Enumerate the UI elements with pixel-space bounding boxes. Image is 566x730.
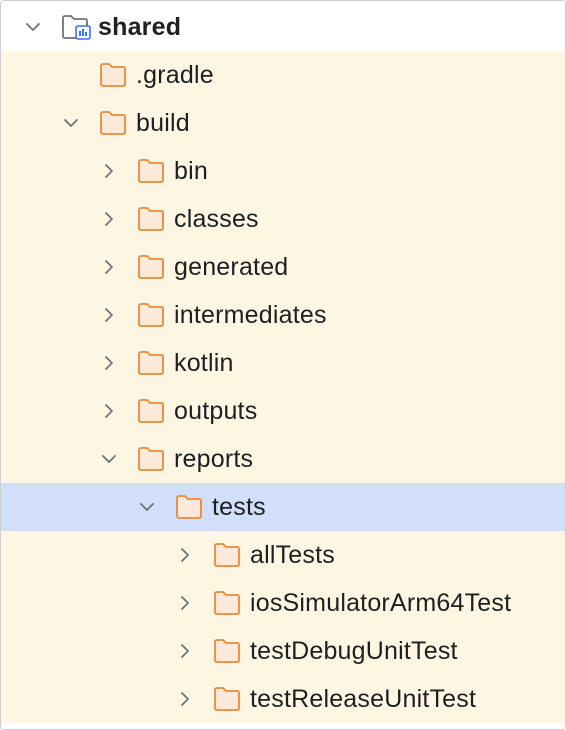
tree-item-label: .gradle xyxy=(136,61,214,89)
chevron-right-icon[interactable] xyxy=(177,643,193,659)
tree-item-tests[interactable]: tests xyxy=(1,483,565,531)
tree-item-label: allTests xyxy=(250,541,335,569)
chevron-right-icon[interactable] xyxy=(101,259,117,275)
tree-item-testdebugunittest[interactable]: testDebugUnitTest xyxy=(1,627,565,675)
tree-item-label: testReleaseUnitTest xyxy=(250,685,477,713)
folder-icon xyxy=(137,206,165,232)
chevron-right-icon[interactable] xyxy=(177,691,193,707)
folder-icon xyxy=(99,110,127,136)
chevron-right-icon[interactable] xyxy=(101,403,117,419)
tree-item-testreleaseunittest[interactable]: testReleaseUnitTest xyxy=(1,675,565,723)
folder-icon xyxy=(137,446,165,472)
tree-item-kotlin[interactable]: kotlin xyxy=(1,339,565,387)
tree-item-classes[interactable]: classes xyxy=(1,195,565,243)
tree-item-label: kotlin xyxy=(174,349,234,377)
chevron-right-icon[interactable] xyxy=(101,355,117,371)
chevron-down-icon[interactable] xyxy=(101,451,117,467)
tree-root-label: shared xyxy=(98,13,182,41)
folder-icon xyxy=(137,398,165,424)
tree-item-label: tests xyxy=(212,493,266,521)
chevron-right-icon[interactable] xyxy=(177,595,193,611)
tree-item-dot-gradle[interactable]: .gradle xyxy=(1,51,565,99)
tree-root-shared[interactable]: shared xyxy=(1,3,565,51)
folder-icon xyxy=(137,350,165,376)
folder-icon xyxy=(137,254,165,280)
folder-icon xyxy=(175,494,203,520)
folder-icon xyxy=(137,302,165,328)
tree-item-label: outputs xyxy=(174,397,258,425)
folder-icon xyxy=(213,686,241,712)
tree-item-label: bin xyxy=(174,157,208,185)
tree-item-build[interactable]: build xyxy=(1,99,565,147)
folder-icon xyxy=(213,542,241,568)
tree-item-bin[interactable]: bin xyxy=(1,147,565,195)
tree-item-label: testDebugUnitTest xyxy=(250,637,458,665)
chevron-down-icon[interactable] xyxy=(139,499,155,515)
tree-item-alltests[interactable]: allTests xyxy=(1,531,565,579)
folder-icon xyxy=(213,590,241,616)
tree-item-generated[interactable]: generated xyxy=(1,243,565,291)
chevron-right-icon[interactable] xyxy=(177,547,193,563)
folder-icon xyxy=(137,158,165,184)
tree-item-label: build xyxy=(136,109,190,137)
chevron-down-icon[interactable] xyxy=(63,115,79,131)
tree-item-iossimulatorarm64test[interactable]: iosSimulatorArm64Test xyxy=(1,579,565,627)
chevron-down-icon[interactable] xyxy=(25,19,41,35)
folder-icon xyxy=(99,62,127,88)
tree-item-label: intermediates xyxy=(174,301,327,329)
chevron-right-icon[interactable] xyxy=(101,307,117,323)
project-tree: shared .gradle build bin classes generated in… xyxy=(1,3,565,723)
tree-item-outputs[interactable]: outputs xyxy=(1,387,565,435)
project-tree-panel: shared .gradle build bin classes generated in… xyxy=(0,0,566,730)
tree-item-label: generated xyxy=(174,253,289,281)
chevron-right-icon[interactable] xyxy=(101,163,117,179)
module-folder-icon xyxy=(61,14,91,40)
tree-item-reports[interactable]: reports xyxy=(1,435,565,483)
tree-item-label: reports xyxy=(174,445,254,473)
tree-item-label: iosSimulatorArm64Test xyxy=(250,589,512,617)
chevron-right-icon[interactable] xyxy=(101,211,117,227)
folder-icon xyxy=(213,638,241,664)
tree-item-intermediates[interactable]: intermediates xyxy=(1,291,565,339)
tree-item-label: classes xyxy=(174,205,259,233)
